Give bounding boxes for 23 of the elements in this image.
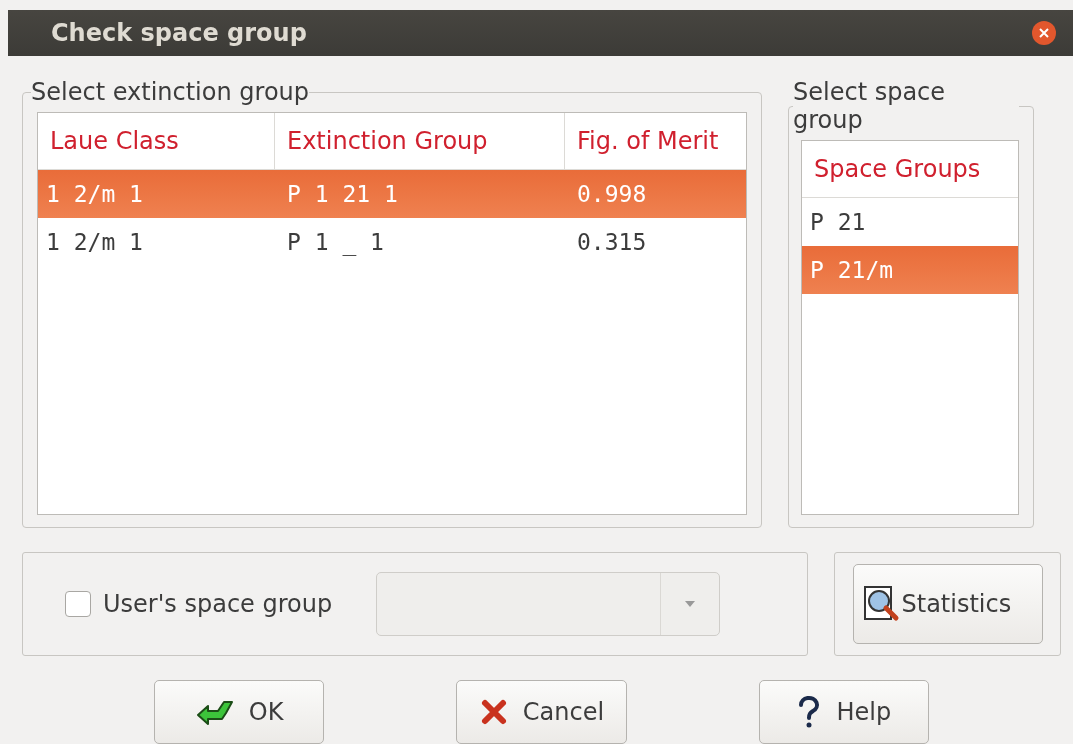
table-cell-text: P 1 21 1 <box>286 181 399 207</box>
help-button[interactable]: Help <box>758 680 929 744</box>
table-cell-text: 1 2/m 1 <box>45 229 144 255</box>
statistics-button[interactable]: Statistics <box>852 564 1043 644</box>
column-header[interactable]: Space Groups <box>802 141 1018 197</box>
table-cell-text: 0.998 <box>576 181 648 207</box>
group-title: Select space group <box>793 78 947 134</box>
checkbox[interactable] <box>65 591 91 617</box>
column-header[interactable]: Extinction Group <box>275 113 565 169</box>
dropdown-arrow-icon <box>684 600 697 608</box>
cancel-button[interactable]: Cancel <box>456 680 627 744</box>
group-title: Select extinction group <box>31 78 309 106</box>
table-cell-text: 0.315 <box>576 229 648 255</box>
column-header[interactable]: Fig. of Merit <box>565 113 746 169</box>
table-row[interactable]: 1 2/m 1 P 1 _ 1 0.315 <box>38 218 746 266</box>
table-cell-text: 1 2/m 1 <box>45 181 144 207</box>
close-icon[interactable] <box>1031 20 1057 46</box>
ok-button[interactable]: OK <box>154 680 325 744</box>
column-header[interactable]: Laue Class <box>38 113 275 169</box>
table-cell-text: P 1 _ 1 <box>286 229 385 255</box>
space-group-dropdown[interactable] <box>376 572 721 636</box>
list-item[interactable]: P 21 <box>802 198 1018 246</box>
window-title: Check space group <box>51 19 307 47</box>
